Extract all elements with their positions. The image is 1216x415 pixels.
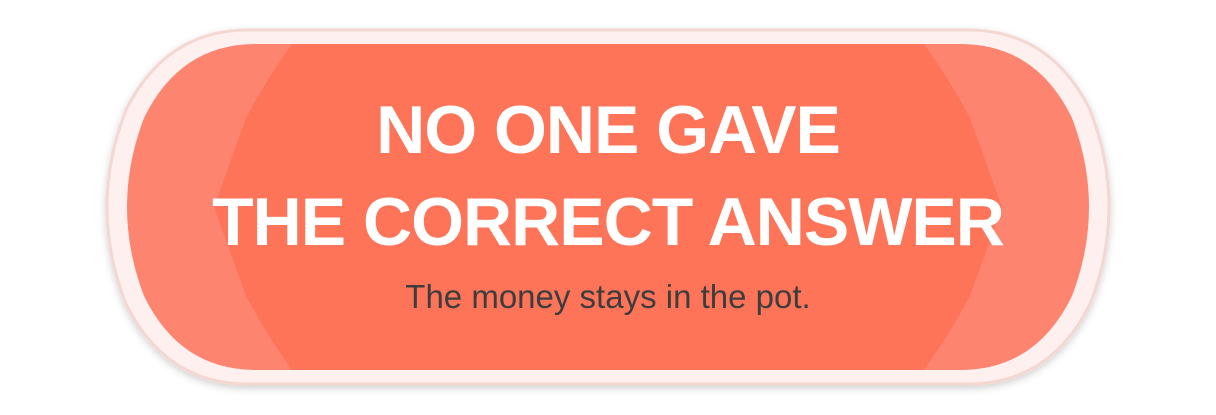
- headline-line-2: THE CORRECT ANSWER: [212, 184, 1005, 260]
- result-banner: NO ONE GAVE THE CORRECT ANSWER The money…: [0, 0, 1216, 415]
- subtext: The money stays in the pot.: [405, 278, 811, 315]
- headline-line-1: NO ONE GAVE: [376, 92, 841, 168]
- headline: NO ONE GAVE THE CORRECT ANSWER: [150, 84, 1066, 268]
